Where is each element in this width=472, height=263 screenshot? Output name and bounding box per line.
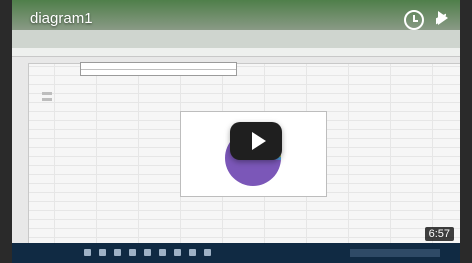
video-duration-badge: 6:57 bbox=[424, 227, 454, 241]
taskbar-app-icon bbox=[159, 249, 166, 256]
taskbar-icons bbox=[84, 249, 224, 257]
video-top-actions bbox=[404, 10, 448, 30]
taskbar-app-icon bbox=[129, 249, 136, 256]
small-value-cell bbox=[42, 98, 52, 101]
windows-taskbar bbox=[12, 243, 460, 263]
small-value-cell bbox=[42, 92, 52, 95]
share-arrow-icon[interactable] bbox=[438, 11, 448, 25]
data-table-block bbox=[80, 62, 237, 76]
small-values-block bbox=[42, 92, 102, 104]
excel-toolbar-row bbox=[12, 30, 460, 49]
video-title: diagram1 bbox=[30, 10, 93, 27]
play-icon[interactable] bbox=[230, 122, 282, 160]
taskbar-app-icon bbox=[204, 249, 211, 256]
taskbar-app-icon bbox=[114, 249, 121, 256]
taskbar-app-icon bbox=[84, 249, 91, 256]
taskbar-app-icon bbox=[174, 249, 181, 256]
system-tray bbox=[350, 249, 440, 257]
row-headers bbox=[12, 57, 29, 243]
taskbar-app-icon bbox=[99, 249, 106, 256]
taskbar-app-icon bbox=[189, 249, 196, 256]
taskbar-app-icon bbox=[144, 249, 151, 256]
table-divider bbox=[81, 69, 236, 70]
clock-icon[interactable] bbox=[404, 10, 424, 30]
video-frame[interactable]: diagram1 6:57 bbox=[12, 0, 460, 263]
formula-bar bbox=[12, 48, 460, 57]
